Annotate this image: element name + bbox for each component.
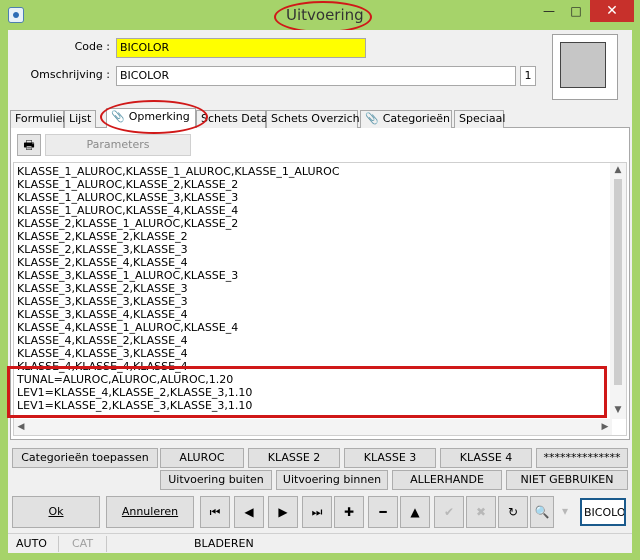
status-cat: CAT [72,537,94,550]
title-bar[interactable]: Uitvoering — □ ✕ [0,0,640,30]
uitvoering-buiten-button[interactable]: Uitvoering buiten [160,470,272,490]
parameters-button[interactable]: Parameters [45,134,191,156]
allerhande-button[interactable]: ALLERHANDE [392,470,502,490]
tab-schets-overzicht[interactable]: Schets Overzicht [266,110,364,128]
description-field[interactable]: BICOLOR [116,66,516,86]
ok-button[interactable]: Ok [12,496,100,528]
find-dropdown-button[interactable]: ▾ [556,496,574,528]
prev-record-icon: ◀ [244,505,254,519]
binoculars-icon: 🔍 [534,505,550,519]
memo-line: KLASSE_3,KLASSE_1_ALUROC,KLASSE_3 [17,269,239,282]
niet-gebruiken-button[interactable]: NIET GEBRUIKEN [506,470,628,490]
category-klasse3-button[interactable]: KLASSE 3 [344,448,436,468]
memo-line: KLASSE_1_ALUROC,KLASSE_2,KLASSE_2 [17,178,239,191]
tab-schets-detail[interactable]: Schets Detail [196,110,274,128]
tab-speciaal[interactable]: Speciaal [454,110,505,128]
vertical-scrollbar[interactable]: ▲ ▼ [610,163,626,419]
delete-record-button[interactable]: ━ [368,496,398,528]
memo-line: KLASSE_1_ALUROC,KLASSE_3,KLASSE_3 [17,191,239,204]
close-button[interactable]: ✕ [590,0,634,22]
opmerking-panel: 🖶 Parameters KLASSE_1_ALUROC,KLASSE_1_AL… [10,128,630,440]
memo-line: KLASSE_3,KLASSE_4,KLASSE_4 [17,308,188,321]
tab-strip: Formulier Lijst 📎 Opmerking Schets Detail… [10,108,630,129]
post-button[interactable]: ✔ [434,496,464,528]
next-record-icon: ▶ [278,505,288,519]
add-record-button[interactable]: ✚ [334,496,364,528]
remarks-memo[interactable]: KLASSE_1_ALUROC,KLASSE_1_ALUROC,KLASSE_1… [13,162,627,436]
status-divider [58,536,59,552]
next-record-button[interactable]: ▶ [268,496,298,528]
memo-line: KLASSE_2,KLASSE_3,KLASSE_3 [17,243,188,256]
memo-line: TUNAL=ALUROC,ALUROC,ALUROC,1.20 [17,373,234,386]
window-title: Uitvoering [286,6,364,24]
status-auto: AUTO [16,537,47,550]
memo-line: KLASSE_2,KLASSE_4,KLASSE_4 [17,256,188,269]
memo-line: KLASSE_1_ALUROC,KLASSE_1_ALUROC,KLASSE_1… [17,165,340,178]
cancel-edit-button[interactable]: ✖ [466,496,496,528]
memo-line: KLASSE_2,KLASSE_1_ALUROC,KLASSE_2 [17,217,239,230]
status-divider [106,536,107,552]
apply-categories-button[interactable]: Categorieën toepassen [12,448,158,468]
category-stars-button[interactable]: ************** [536,448,628,468]
first-record-icon: ⏮ [209,505,221,519]
uitvoering-binnen-button[interactable]: Uitvoering binnen [276,470,388,490]
status-mode: BLADEREN [194,537,254,550]
code-label: Code : [74,40,110,53]
minus-icon: ━ [379,505,387,519]
find-button[interactable]: 🔍 [530,496,554,528]
refresh-icon: ↻ [507,505,519,519]
memo-line: KLASSE_2,KLASSE_2,KLASSE_2 [17,230,188,243]
memo-line: KLASSE_4,KLASSE_3,KLASSE_4 [17,347,188,360]
maximize-button[interactable]: □ [563,0,589,22]
search-input[interactable]: BICOLOR [580,498,626,526]
scroll-thumb[interactable] [614,179,622,385]
paperclip-icon: 📎 [111,110,125,123]
code-field[interactable]: BICOLOR [116,38,366,58]
memo-line: KLASSE_3,KLASSE_2,KLASSE_3 [17,282,188,295]
first-record-button[interactable]: ⏮ [200,496,230,528]
tab-formulier[interactable]: Formulier [10,110,67,128]
app-icon[interactable] [8,7,24,23]
refresh-button[interactable]: ↻ [498,496,528,528]
cancel-button[interactable]: Annuleren [106,496,194,528]
memo-line: KLASSE_4,KLASSE_1_ALUROC,KLASSE_4 [17,321,239,334]
last-record-button[interactable]: ⏭ [302,496,332,528]
description-label: Omschrijving : [30,68,110,81]
category-aluroc-button[interactable]: ALUROC [160,448,244,468]
memo-line: KLASSE_4,KLASSE_4,KLASSE_4 [17,360,188,373]
paperclip-icon: 📎 [365,112,379,125]
checkmark-icon: ✔ [443,505,455,519]
scroll-right-icon[interactable]: ▶ [598,419,612,435]
tab-lijst[interactable]: Lijst [64,110,96,128]
plus-icon: ✚ [343,505,355,519]
scroll-down-icon[interactable]: ▼ [610,403,626,417]
memo-line: KLASSE_3,KLASSE_3,KLASSE_3 [17,295,188,308]
color-swatch [560,42,606,88]
chevron-down-icon: ▾ [561,504,569,518]
prev-record-button[interactable]: ◀ [234,496,264,528]
tab-categorieen[interactable]: 📎 Categorieën [360,110,452,128]
triangle-up-icon: ▲ [410,505,420,519]
edit-record-button[interactable]: ▲ [400,496,430,528]
category-klasse4-button[interactable]: KLASSE 4 [440,448,532,468]
scroll-left-icon[interactable]: ◀ [14,419,28,435]
category-klasse2-button[interactable]: KLASSE 2 [248,448,340,468]
tab-opmerking[interactable]: 📎 Opmerking [106,108,196,129]
cross-icon: ✖ [475,505,487,519]
printer-icon: 🖶 [23,138,35,152]
horizontal-scrollbar[interactable]: ◀ ▶ [14,419,612,435]
print-button[interactable]: 🖶 [17,134,41,156]
memo-line: LEV1=KLASSE_4,KLASSE_2,KLASSE_3,1.10 [17,386,253,399]
memo-line: KLASSE_1_ALUROC,KLASSE_4,KLASSE_4 [17,204,239,217]
status-bar: AUTO CAT BLADEREN [8,533,632,553]
main-window: Code : BICOLOR Omschrijving : BICOLOR 1 … [7,30,632,553]
scroll-up-icon[interactable]: ▲ [610,163,626,177]
last-record-icon: ⏭ [311,505,323,519]
description-count: 1 [520,66,536,86]
memo-line: KLASSE_4,KLASSE_2,KLASSE_4 [17,334,188,347]
color-preview [552,34,618,100]
memo-line: LEV1=KLASSE_2,KLASSE_3,KLASSE_3,1.10 [17,399,253,412]
minimize-button[interactable]: — [536,0,562,22]
